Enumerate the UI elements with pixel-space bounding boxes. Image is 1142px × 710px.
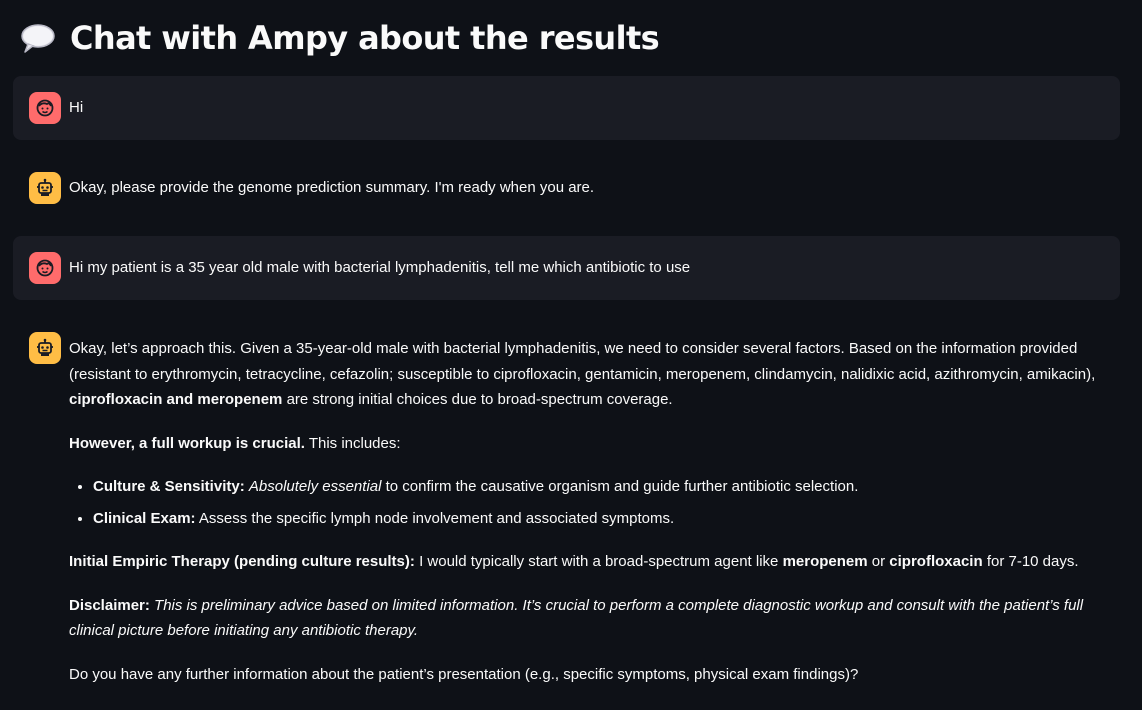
- user-face-icon: [29, 92, 61, 124]
- message-text: I would typically start with a broad-spe…: [419, 553, 779, 570]
- list-item: Clinical Exam: Assess the specific lymph…: [93, 506, 1104, 532]
- chat-message-user: Hi: [13, 76, 1120, 140]
- message-bold-text: Initial Empiric Therapy (pending culture…: [69, 553, 415, 570]
- disclaimer-paragraph: Disclaimer: This is preliminary advice b…: [69, 593, 1104, 644]
- list-item-label: Clinical Exam:: [93, 509, 196, 527]
- message-text: Okay, please provide the genome predicti…: [69, 179, 595, 196]
- message-text: are strong initial choices due to broad-…: [286, 391, 673, 408]
- message-bold-text: ciprofloxacin: [889, 553, 983, 570]
- message-paragraph: Initial Empiric Therapy (pending culture…: [69, 549, 1104, 575]
- message-text: This includes:: [308, 434, 401, 452]
- message-body: Okay, let’s approach this. Given a 35-ye…: [69, 336, 1104, 687]
- user-face-icon: [29, 252, 61, 284]
- speech-balloon-icon: [20, 20, 56, 56]
- bullet-list: Culture & Sensitivity: Absolutely essent…: [69, 474, 1104, 531]
- robot-icon: [29, 332, 61, 364]
- message-text: Hi: [69, 99, 84, 116]
- message-paragraph: Okay, let’s approach this. Given a 35-ye…: [69, 336, 1104, 413]
- disclaimer-label: Disclaimer:: [69, 596, 150, 614]
- list-item-text: to confirm the causative organism and gu…: [385, 478, 859, 495]
- chat-message-assistant: Okay, please provide the genome predicti…: [13, 156, 1120, 220]
- list-item-label: Culture & Sensitivity:: [93, 478, 245, 495]
- list-item-text: Assess the specific lymph node involveme…: [198, 509, 675, 527]
- message-paragraph: However, a full workup is crucial. This …: [69, 431, 1104, 457]
- disclaimer-text: This is preliminary advice based on limi…: [69, 596, 1084, 640]
- message-bold-text: meropenem: [782, 553, 868, 570]
- message-text: or: [871, 553, 886, 570]
- chat-container: Hi Okay, please provide the genome predi…: [13, 76, 1120, 703]
- page-header: Chat with Ampy about the results: [20, 14, 660, 62]
- robot-icon: [29, 172, 61, 204]
- message-text: Okay, let’s approach this. Given a 35-ye…: [69, 340, 1096, 383]
- list-item-emphasis: Absolutely essential: [248, 478, 382, 495]
- message-bold-text: However, a full workup is crucial.: [69, 434, 305, 452]
- message-text: for 7-10 days.: [986, 553, 1079, 570]
- message-text: Hi my patient is a 35 year old male with…: [69, 259, 691, 276]
- message-paragraph: Do you have any further information abou…: [69, 662, 1104, 688]
- page-title: Chat with Ampy about the results: [70, 19, 660, 57]
- chat-message-user: Hi my patient is a 35 year old male with…: [13, 236, 1120, 300]
- chat-message-assistant: Okay, let’s approach this. Given a 35-ye…: [13, 316, 1120, 703]
- message-text: Do you have any further information abou…: [69, 665, 859, 683]
- list-item: Culture & Sensitivity: Absolutely essent…: [93, 474, 1104, 500]
- message-bold-text: ciprofloxacin and meropenem: [69, 391, 283, 408]
